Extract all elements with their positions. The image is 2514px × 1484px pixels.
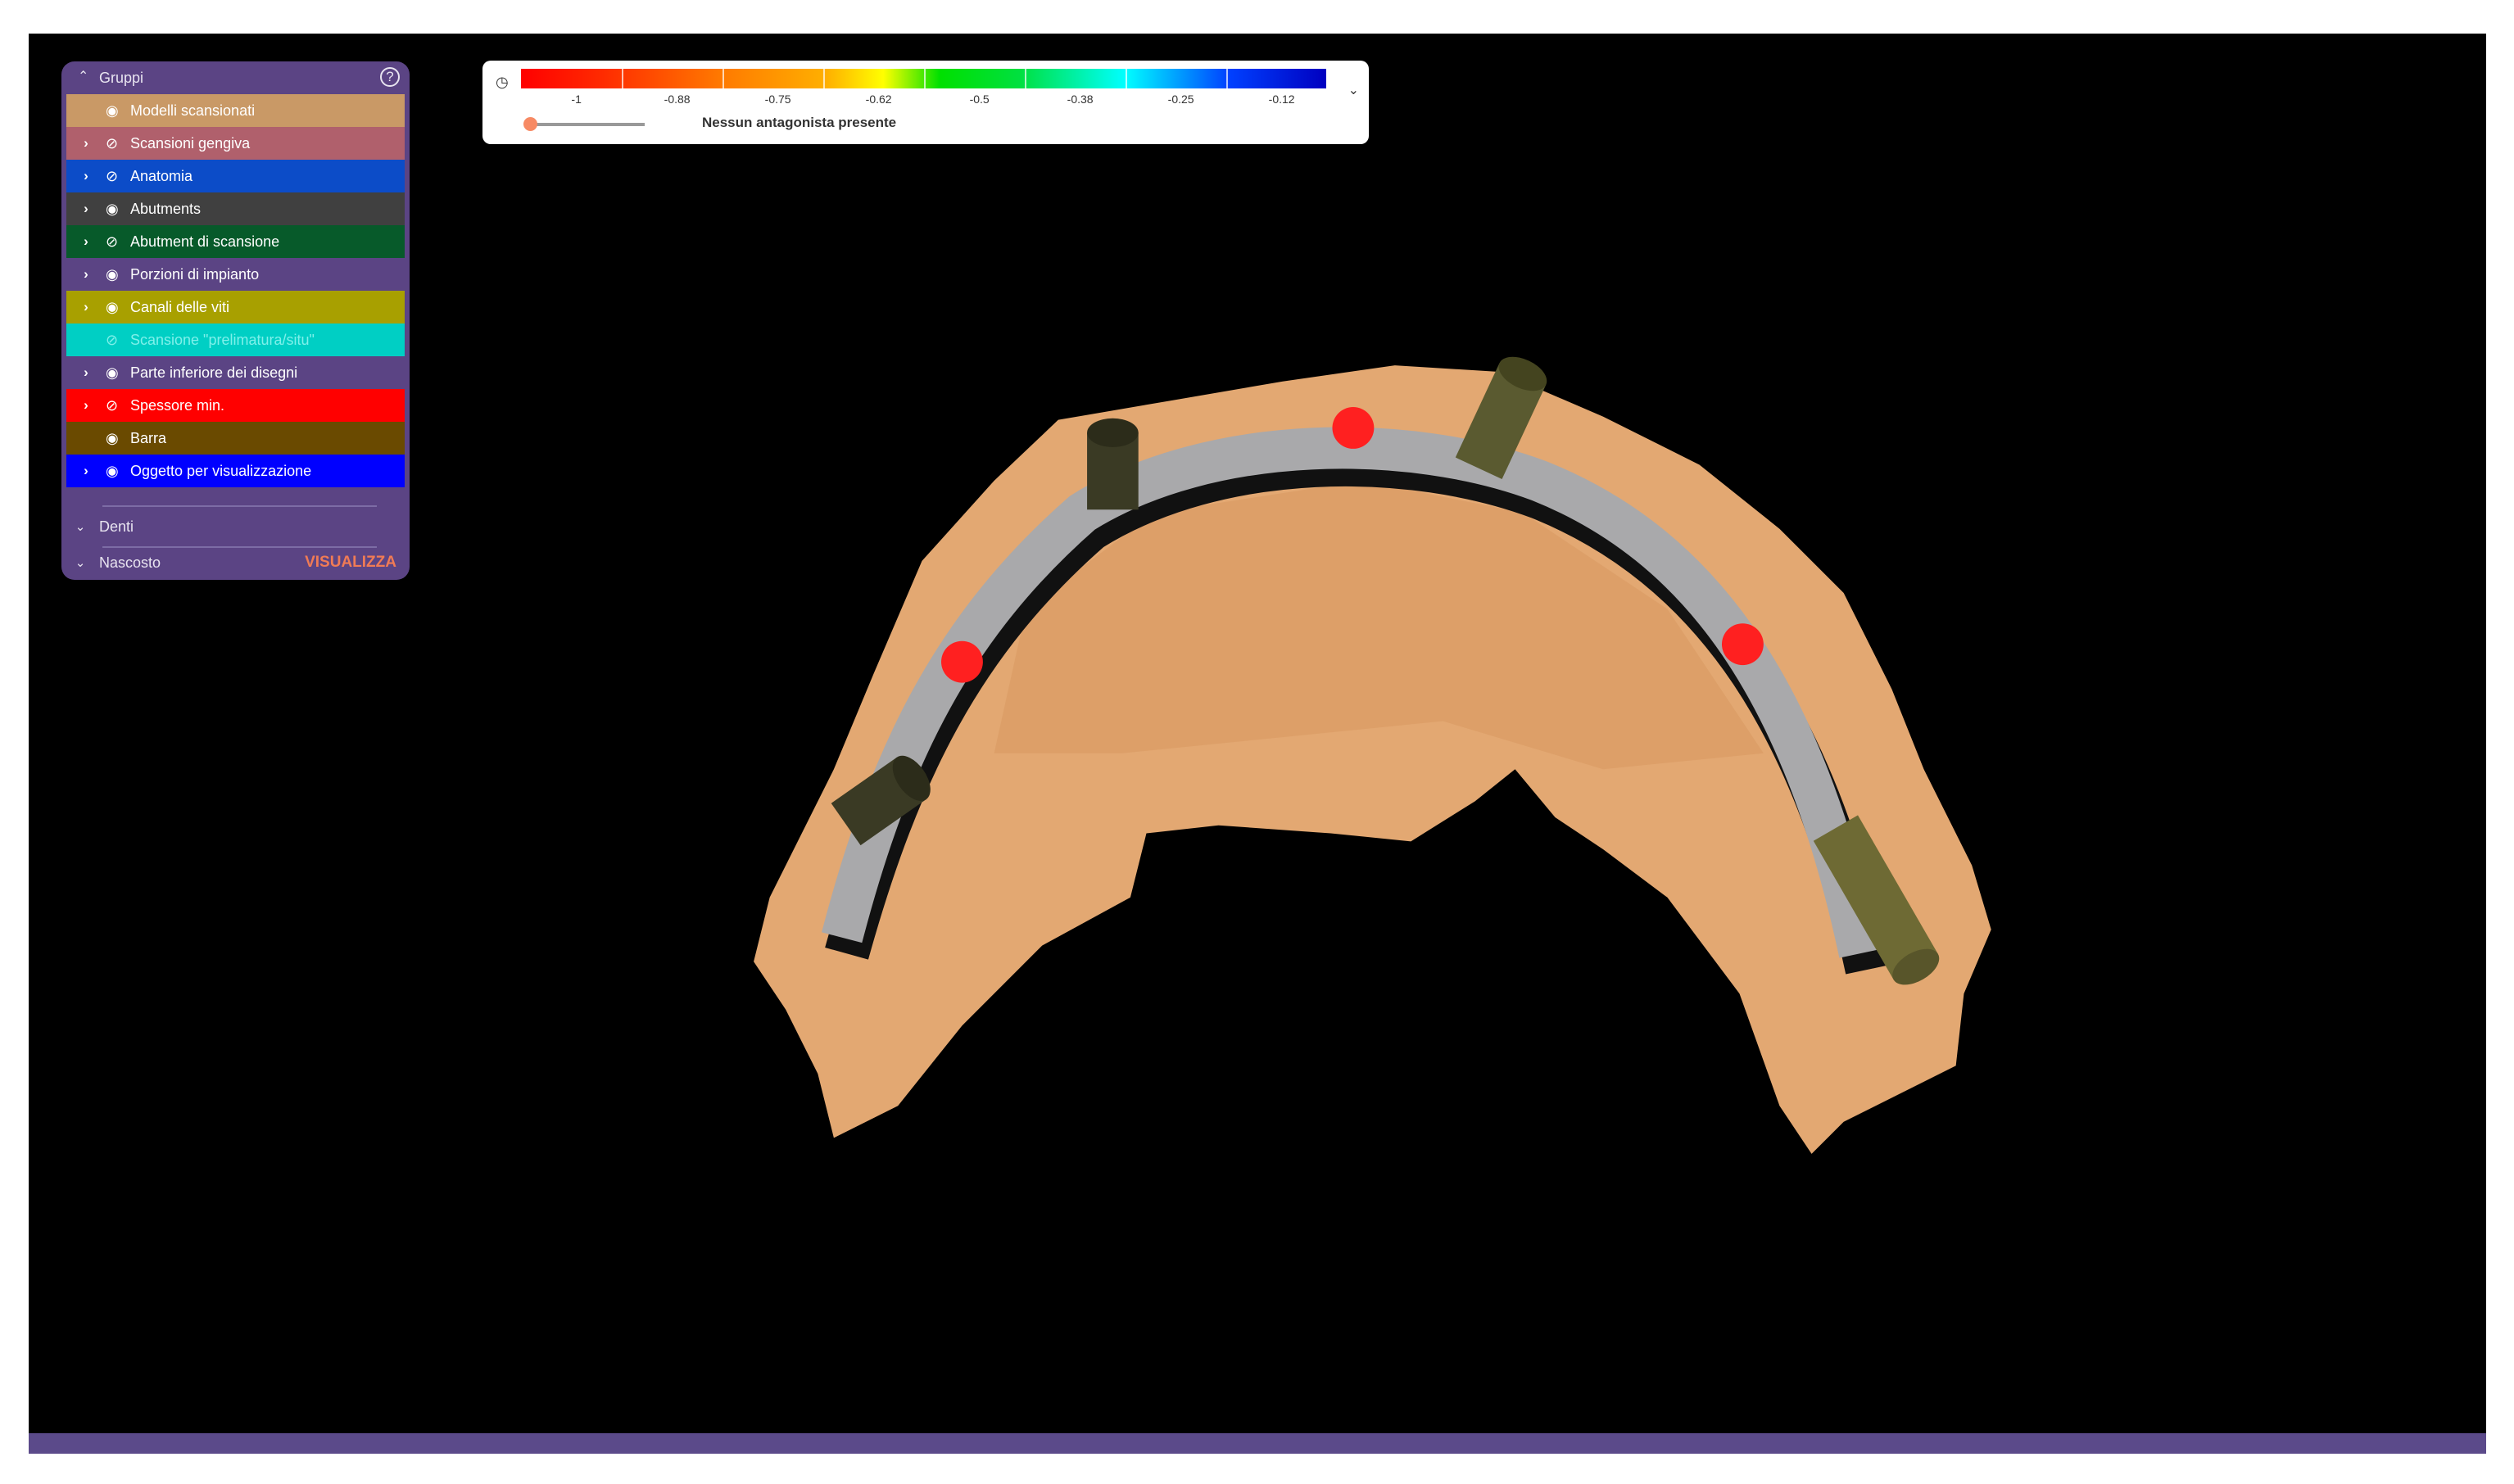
group-row[interactable]: › ◉ Porzioni di impianto bbox=[66, 258, 405, 291]
group-label: Modelli scansionati bbox=[130, 102, 256, 119]
group-row[interactable]: › ⊘ Abutment di scansione bbox=[66, 225, 405, 258]
group-row[interactable]: › ⊘ Anatomia bbox=[66, 160, 405, 192]
tick-divider bbox=[1025, 69, 1026, 88]
no-antagonist-message: Nessun antagonista presente bbox=[702, 115, 897, 130]
group-row[interactable]: ◉ Modelli scansionati bbox=[66, 94, 405, 127]
scale-tick-label: -1 bbox=[571, 93, 582, 106]
groups-panel: ⌃ Gruppi ? ◉ Modelli scansionati › ⊘ Scansio… bbox=[61, 61, 410, 580]
distance-color-scale: ◷ -1 -0.88 -0.75 -0.62 -0.5 -0.38 -0.25 -0.12 N… bbox=[482, 61, 1369, 144]
chevron-right-icon[interactable]: › bbox=[66, 463, 106, 479]
nascosto-label: Nascosto bbox=[99, 554, 161, 571]
denti-label: Denti bbox=[99, 518, 134, 535]
group-label: Canali delle viti bbox=[130, 298, 230, 315]
group-row[interactable]: › ◉ Abutments bbox=[66, 192, 405, 225]
eye-off-icon[interactable]: ⊘ bbox=[106, 135, 130, 152]
eye-icon[interactable]: ◉ bbox=[106, 266, 130, 283]
divider bbox=[102, 505, 377, 507]
eye-icon[interactable]: ◉ bbox=[106, 430, 130, 447]
group-label: Parte inferiore dei disegni bbox=[130, 364, 298, 381]
eye-icon[interactable]: ◉ bbox=[106, 201, 130, 218]
group-label: Anatomia bbox=[130, 167, 193, 184]
group-row[interactable]: › ⊘ Scansioni gengiva bbox=[66, 127, 405, 160]
eye-icon[interactable]: ◉ bbox=[106, 299, 130, 316]
chevron-up-icon[interactable]: ⌃ bbox=[78, 68, 88, 84]
group-label: Barra bbox=[130, 429, 167, 446]
chevron-down-icon[interactable]: ⌄ bbox=[1348, 82, 1359, 98]
chevron-right-icon[interactable]: › bbox=[66, 201, 106, 217]
slider-handle[interactable] bbox=[523, 117, 537, 131]
eye-off-icon[interactable]: ⊘ bbox=[106, 332, 130, 349]
tick-divider bbox=[1226, 69, 1228, 88]
group-label: Scansione "prelimatura/situ" bbox=[130, 331, 315, 348]
group-label: Scansioni gengiva bbox=[130, 134, 251, 152]
groups-title: Gruppi bbox=[99, 70, 144, 86]
chevron-right-icon[interactable]: › bbox=[66, 135, 106, 152]
scale-tick-label: -0.12 bbox=[1268, 93, 1295, 106]
section-nascosto[interactable]: ⌄ Nascosto VISUALIZZA bbox=[61, 546, 410, 579]
chevron-right-icon[interactable]: › bbox=[66, 299, 106, 315]
scale-tick-label: -0.75 bbox=[764, 93, 791, 106]
scale-tick-label: -0.5 bbox=[969, 93, 990, 106]
eye-icon[interactable]: ◉ bbox=[106, 102, 130, 120]
group-label: Spessore min. bbox=[130, 396, 225, 414]
group-row[interactable]: › ◉ Parte inferiore dei disegni bbox=[66, 356, 405, 389]
group-list: ◉ Modelli scansionati › ⊘ Scansioni gengiva ›… bbox=[66, 94, 405, 487]
chevron-right-icon[interactable]: › bbox=[66, 168, 106, 184]
scale-tick-label: -0.88 bbox=[664, 93, 691, 106]
group-label: Abutments bbox=[130, 200, 202, 217]
group-row[interactable]: ⊘ Scansione "prelimatura/situ" bbox=[66, 323, 405, 356]
chevron-right-icon[interactable]: › bbox=[66, 233, 106, 250]
chevron-down-icon: ⌄ bbox=[75, 556, 86, 570]
chevron-right-icon[interactable]: › bbox=[66, 364, 106, 381]
visualizza-button[interactable]: VISUALIZZA bbox=[305, 554, 396, 572]
chevron-right-icon[interactable]: › bbox=[66, 397, 106, 414]
section-denti[interactable]: ⌄ Denti bbox=[61, 510, 410, 543]
group-label: Abutment di scansione bbox=[130, 233, 280, 250]
group-row[interactable]: › ⊘ Spessore min. bbox=[66, 389, 405, 422]
eye-off-icon[interactable]: ⊘ bbox=[106, 233, 130, 251]
help-icon[interactable]: ? bbox=[380, 67, 400, 87]
eye-off-icon[interactable]: ⊘ bbox=[106, 397, 130, 414]
group-label: Oggetto per visualizzazione bbox=[130, 462, 312, 479]
scale-tick-label: -0.25 bbox=[1167, 93, 1194, 106]
tick-divider bbox=[722, 69, 724, 88]
gauge-icon[interactable]: ◷ bbox=[496, 74, 509, 91]
scale-tick-label: -0.62 bbox=[865, 93, 892, 106]
tick-divider bbox=[823, 69, 825, 88]
group-row[interactable]: ◉ Barra bbox=[66, 422, 405, 455]
chevron-right-icon[interactable]: › bbox=[66, 266, 106, 283]
groups-header[interactable]: ⌃ Gruppi ? bbox=[61, 61, 410, 94]
tick-divider bbox=[924, 69, 926, 88]
group-label: Porzioni di impianto bbox=[130, 265, 260, 283]
eye-off-icon[interactable]: ⊘ bbox=[106, 168, 130, 185]
tick-divider bbox=[1126, 69, 1127, 88]
eye-icon[interactable]: ◉ bbox=[106, 463, 130, 480]
chevron-down-icon: ⌄ bbox=[75, 520, 86, 534]
tick-divider bbox=[622, 69, 623, 88]
group-row[interactable]: › ◉ Oggetto per visualizzazione bbox=[66, 455, 405, 487]
eye-icon[interactable]: ◉ bbox=[106, 364, 130, 382]
scale-tick-label: -0.38 bbox=[1067, 93, 1094, 106]
slider-track[interactable] bbox=[530, 123, 645, 126]
group-row[interactable]: › ◉ Canali delle viti bbox=[66, 291, 405, 323]
